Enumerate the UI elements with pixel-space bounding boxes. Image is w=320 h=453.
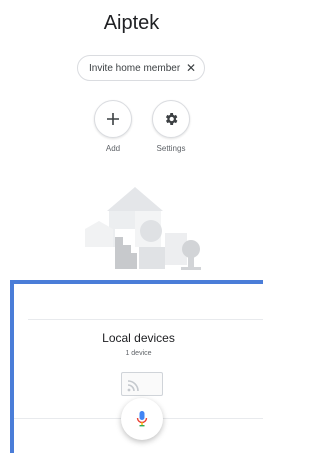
cast-icon <box>127 380 139 392</box>
add-action[interactable]: Add <box>88 100 138 153</box>
home-illustration <box>85 183 205 278</box>
microphone-button[interactable] <box>121 398 163 440</box>
close-icon[interactable]: ✕ <box>186 61 196 75</box>
gear-icon <box>165 113 178 125</box>
microphone-icon <box>136 411 148 427</box>
invite-home-member-chip[interactable]: Invite home member ✕ <box>77 55 205 81</box>
add-label: Add <box>105 144 121 153</box>
home-title: Aiptek <box>103 12 160 34</box>
plus-icon <box>107 113 119 125</box>
device-count: 1 device <box>125 350 152 357</box>
add-button[interactable] <box>94 100 132 138</box>
settings-action[interactable]: Settings <box>146 100 196 153</box>
device-card[interactable] <box>121 372 163 396</box>
local-devices-title: Local devices <box>102 331 175 345</box>
settings-label: Settings <box>156 144 186 153</box>
section-divider <box>28 319 263 320</box>
settings-button[interactable] <box>152 100 190 138</box>
invite-chip-label: Invite home member <box>89 62 181 74</box>
